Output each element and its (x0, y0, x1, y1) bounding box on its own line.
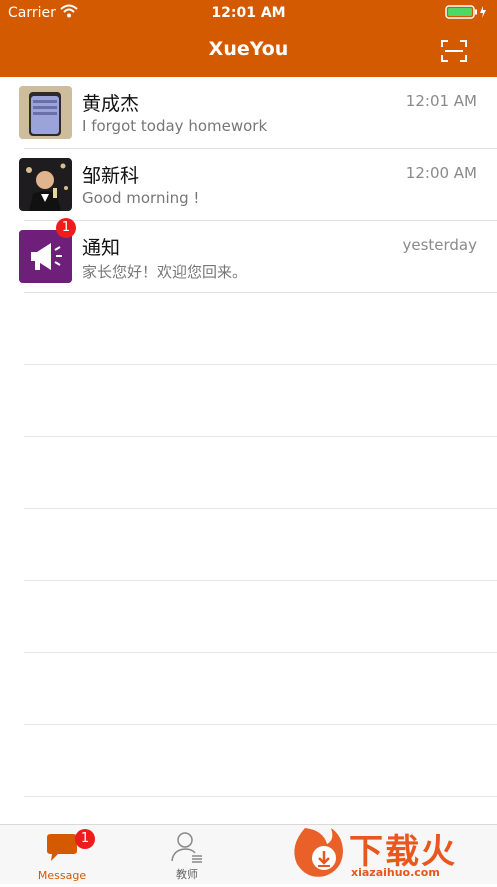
contact-name: 黄成杰 (82, 93, 140, 115)
scan-icon[interactable] (441, 40, 467, 66)
empty-row (0, 653, 497, 725)
empty-row (0, 725, 497, 797)
person-icon (171, 832, 202, 863)
message-time: 12:01 AM (405, 92, 477, 110)
status-time: 12:01 AM (211, 5, 286, 21)
watermark-site: xiazaihuo.com (351, 866, 440, 879)
empty-row (0, 509, 497, 581)
message-preview: 家长您好！欢迎您回来。 (82, 263, 248, 281)
contact-name: 邹新科 (82, 165, 140, 187)
status-bar: Carrier 12:01 AM (0, 0, 497, 26)
conversation-row[interactable]: 邹新科 12:00 AM Good morning ! (0, 149, 497, 221)
message-preview: I forgot today homework (82, 117, 268, 135)
avatar (19, 158, 72, 211)
battery-icon (445, 5, 489, 23)
app-title: XueYou (208, 38, 289, 60)
tab-label: Message (37, 869, 87, 882)
nav-header: Carrier 12:01 AM XueYou (0, 0, 497, 77)
conversation-list: 黄成杰 12:01 AM I forgot today homework 邹新科… (0, 77, 497, 797)
message-time: yesterday (402, 236, 477, 254)
unread-badge: 1 (75, 829, 95, 849)
contact-name: 通知 (82, 237, 121, 259)
tab-teacher[interactable]: 教师 (142, 825, 232, 884)
watermark-logo: 下载火 xiazaihuo.com (287, 818, 497, 883)
empty-row (0, 293, 497, 365)
unread-badge: 1 (56, 218, 76, 238)
tab-label: 教师 (176, 868, 198, 881)
empty-row (0, 581, 497, 653)
conversation-row[interactable]: 1 通知 yesterday 家长您好！欢迎您回来。 (0, 218, 497, 293)
message-time: 12:00 AM (405, 164, 477, 182)
empty-row (0, 437, 497, 509)
empty-row (0, 365, 497, 437)
avatar (19, 86, 72, 139)
conversation-row[interactable]: 黄成杰 12:01 AM I forgot today homework (0, 77, 497, 149)
tab-message[interactable]: 1 Message (17, 825, 107, 884)
message-preview: Good morning ! (82, 189, 200, 207)
